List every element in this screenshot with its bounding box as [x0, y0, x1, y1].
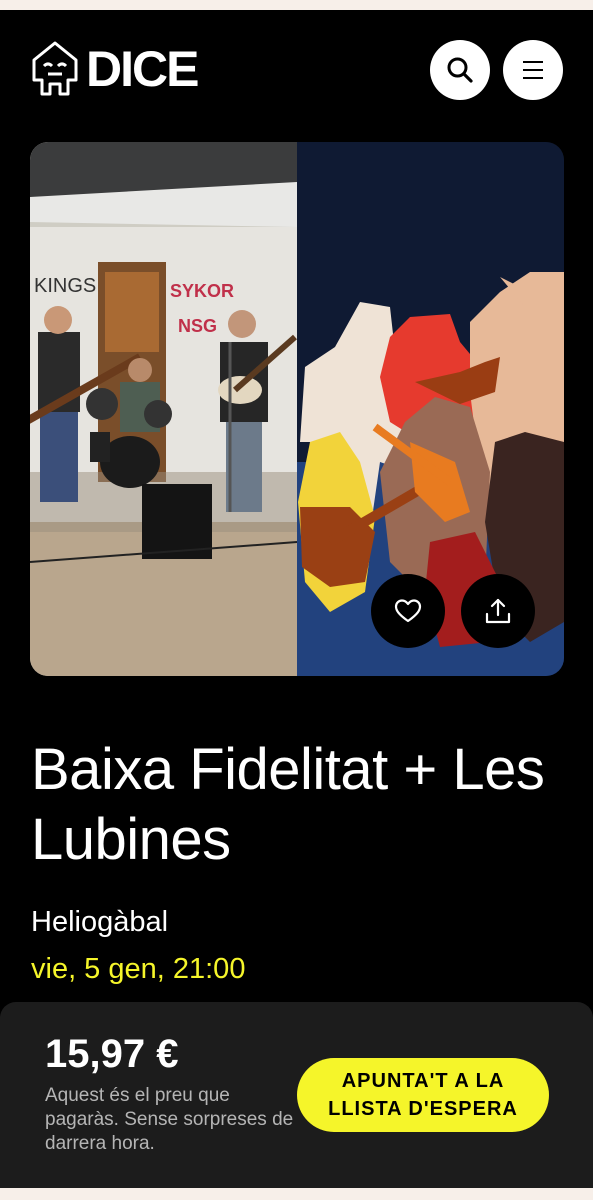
logo-text: DICE: [86, 41, 199, 97]
svg-text:NSG: NSG: [178, 316, 217, 336]
site-header: DICE: [0, 10, 593, 130]
join-waitlist-label: APUNTA'T A LA LLISTA D'ESPERA: [328, 1070, 518, 1120]
share-button[interactable]: [461, 574, 535, 648]
bottom-strip: [0, 1188, 593, 1200]
dice-logo[interactable]: DICE: [30, 40, 199, 98]
menu-icon: [523, 61, 543, 79]
like-button[interactable]: [371, 574, 445, 648]
ticket-price: 15,97 €: [45, 1032, 179, 1076]
search-button[interactable]: [430, 40, 490, 100]
search-icon: [447, 57, 473, 83]
dice-logo-icon: [32, 41, 78, 96]
price-note: Aquest és el preu que pagaràs. Sense sor…: [45, 1085, 294, 1154]
svg-text:SYKOR: SYKOR: [170, 281, 234, 301]
event-venue[interactable]: Heliogàbal: [31, 906, 168, 939]
purchase-bar: 15,97 € Aquest és el preu que pagaràs. S…: [0, 1002, 593, 1188]
event-image: SYKOR NSG KINGS: [30, 142, 564, 676]
event-datetime: vie, 5 gen, 21:00: [31, 953, 246, 985]
share-icon: [485, 598, 511, 624]
svg-text:KINGS: KINGS: [34, 275, 96, 297]
heart-icon: [394, 599, 422, 623]
event-title: Baixa Fidelitat + Les Lubines: [31, 737, 545, 872]
menu-button[interactable]: [503, 40, 563, 100]
top-strip: [0, 0, 593, 10]
join-waitlist-button[interactable]: APUNTA'T A LA LLISTA D'ESPERA: [297, 1058, 549, 1132]
